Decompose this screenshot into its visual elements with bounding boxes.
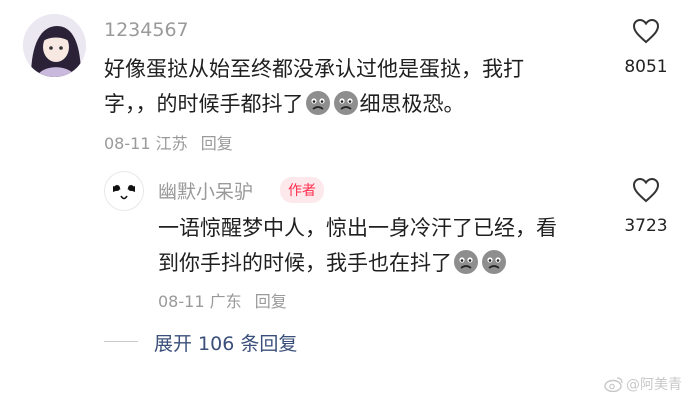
sad-face-emoji-icon <box>305 91 330 115</box>
comment-text-line-1: 好像蛋挞从始至终都没承认过他是蛋挞，我打 <box>104 57 524 81</box>
comment-text-line-2-tail: 细思极恐。 <box>359 92 465 116</box>
comment-meta: 08-11 江苏 回复 <box>104 130 233 154</box>
reply-text-line-2: 到你手抖的时候，我手也在抖了 <box>158 246 613 281</box>
comment-like-button[interactable] <box>632 18 660 48</box>
avatar-illustration <box>23 14 86 77</box>
author-badge: 作者 <box>280 177 324 203</box>
comment-text-line-2: 字，，的时候手都抖了 细思极恐。 <box>104 87 614 122</box>
reply-reply-button[interactable]: 回复 <box>255 292 287 311</box>
watermark: @阿美青 <box>604 374 682 394</box>
heart-outline-icon <box>632 18 660 44</box>
commenter-avatar[interactable] <box>23 14 86 77</box>
comment-like-count: 8051 <box>624 57 668 77</box>
comment-text-line-2-head: 字，，的时候手都抖了 <box>104 92 304 116</box>
reply-text: 一语惊醒梦中人，惊出一身冷汗了已经，看 到你手抖的时候，我手也在抖了 <box>158 211 613 281</box>
avatar-face <box>113 185 135 200</box>
expand-replies-button[interactable]: 展开 106 条回复 <box>154 329 297 356</box>
commenter-username[interactable]: 1234567 <box>104 19 189 41</box>
reply-like-button[interactable] <box>632 177 660 207</box>
comment-date: 08-11 <box>104 134 151 153</box>
watermark-text: @阿美青 <box>626 377 682 393</box>
heart-outline-icon <box>632 177 660 203</box>
comment-location: 江苏 <box>155 134 188 153</box>
reply-location: 广东 <box>209 292 242 311</box>
comment-text: 好像蛋挞从始至终都没承认过他是蛋挞，我打 字，，的时候手都抖了 细思极恐。 <box>104 52 614 122</box>
expand-divider <box>104 341 138 342</box>
reply-text-line-2-head: 到你手抖的时候，我手也在抖了 <box>158 251 452 275</box>
reply-meta: 08-11 广东 回复 <box>158 288 287 312</box>
reply-like-count: 3723 <box>624 216 668 236</box>
reply-username[interactable]: 幽默小呆驴 <box>158 177 253 204</box>
sad-face-emoji-icon <box>482 250 506 274</box>
sad-face-emoji-icon <box>333 91 358 115</box>
comment-reply-button[interactable]: 回复 <box>201 134 233 153</box>
weibo-logo-icon <box>604 377 623 393</box>
sad-face-emoji-icon <box>454 250 478 274</box>
reply-text-line-1: 一语惊醒梦中人，惊出一身冷汗了已经，看 <box>158 216 557 240</box>
reply-date: 08-11 <box>158 292 205 311</box>
reply-author-avatar[interactable] <box>104 171 144 211</box>
